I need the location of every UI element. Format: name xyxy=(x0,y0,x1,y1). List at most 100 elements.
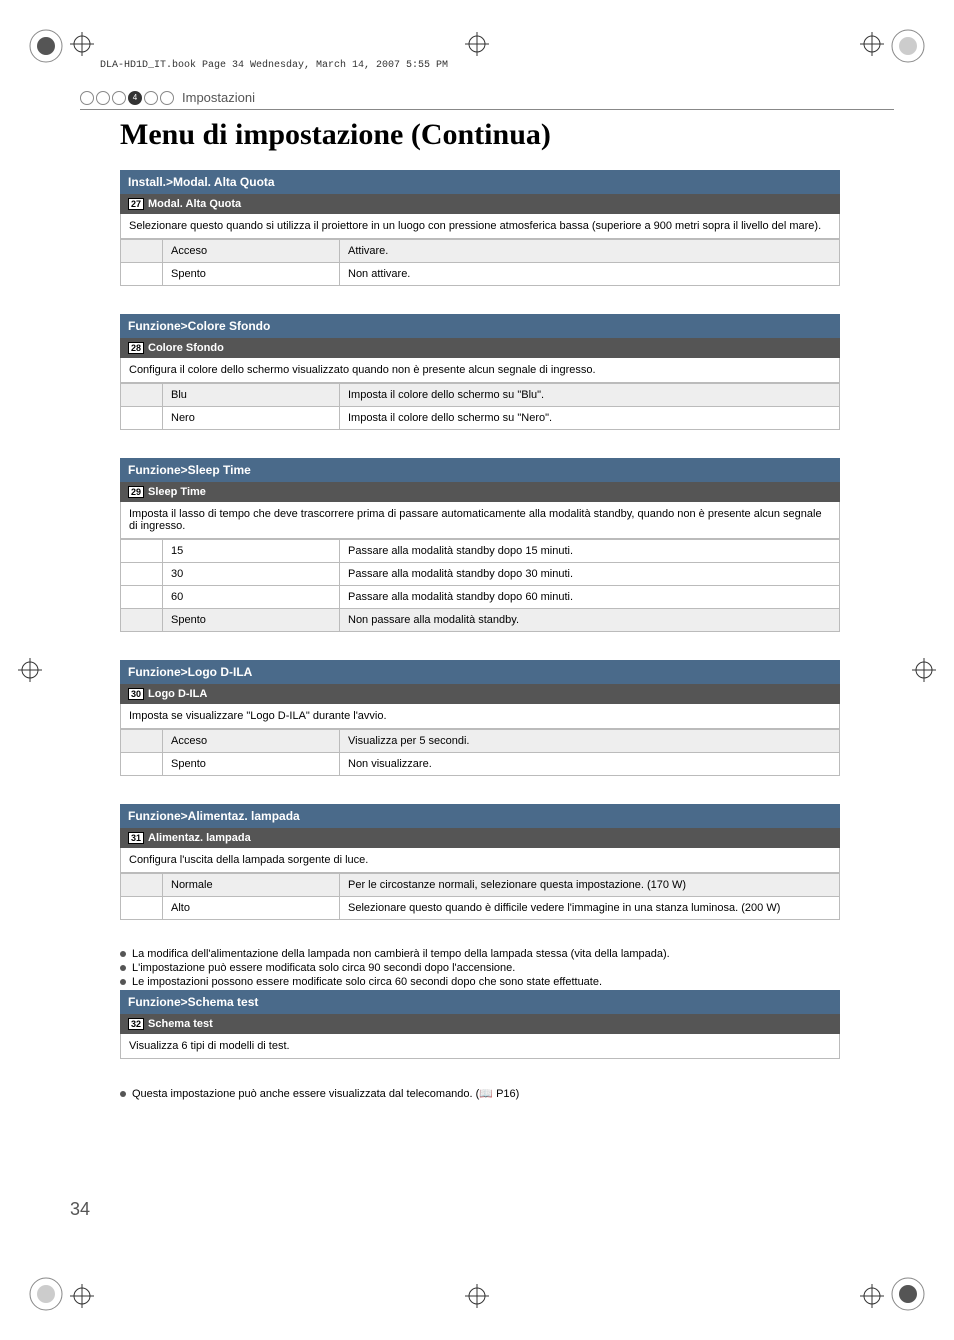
block-subheader: 30Logo D-ILA xyxy=(120,684,840,704)
block-header: Funzione>Colore Sfondo xyxy=(120,314,840,338)
registration-mark-icon xyxy=(465,32,489,56)
row-indent xyxy=(121,609,163,632)
table-row: 15Passare alla modalità standby dopo 15 … xyxy=(121,540,840,563)
table-row: 30Passare alla modalità standby dopo 30 … xyxy=(121,563,840,586)
header-metadata: DLA-HD1D_IT.book Page 34 Wednesday, Marc… xyxy=(100,60,448,71)
block-subheader: 27Modal. Alta Quota xyxy=(120,194,840,214)
table-row: SpentoNon visualizzare. xyxy=(121,753,840,776)
option-name: 30 xyxy=(163,563,340,586)
bullet-icon xyxy=(120,965,126,971)
option-desc: Selezionare questo quando è difficile ve… xyxy=(340,897,840,920)
block-header: Funzione>Alimentaz. lampada xyxy=(120,804,840,828)
registration-mark-icon xyxy=(860,1284,884,1308)
settings-block: Funzione>Logo D-ILA30Logo D-ILAImposta s… xyxy=(120,660,840,776)
option-desc: Attivare. xyxy=(340,240,840,263)
option-name: Nero xyxy=(163,407,340,430)
block-subheader: 31Alimentaz. lampada xyxy=(120,828,840,848)
settings-block: Funzione>Alimentaz. lampada31Alimentaz. … xyxy=(120,804,840,920)
table-row: AltoSelezionare questo quando è difficil… xyxy=(121,897,840,920)
block-header: Funzione>Schema test xyxy=(120,990,840,1014)
block-header: Funzione>Logo D-ILA xyxy=(120,660,840,684)
block-description: Configura l'uscita della lampada sorgent… xyxy=(120,848,840,873)
table-row: BluImposta il colore dello schermo su "B… xyxy=(121,384,840,407)
options-table: 15Passare alla modalità standby dopo 15 … xyxy=(120,539,840,632)
row-indent xyxy=(121,240,163,263)
option-desc: Passare alla modalità standby dopo 15 mi… xyxy=(340,540,840,563)
option-name: Normale xyxy=(163,874,340,897)
table-row: SpentoNon attivare. xyxy=(121,263,840,286)
registration-mark-icon xyxy=(465,1284,489,1308)
settings-block: Funzione>Colore Sfondo28Colore SfondoCon… xyxy=(120,314,840,430)
row-indent xyxy=(121,753,163,776)
bullet-icon xyxy=(120,1091,126,1097)
block-description: Visualizza 6 tipi di modelli di test. xyxy=(120,1034,840,1059)
note-line: Questa impostazione può anche essere vis… xyxy=(120,1087,840,1100)
item-number: 32 xyxy=(128,1018,144,1030)
option-desc: Per le circostanze normali, selezionare … xyxy=(340,874,840,897)
settings-block: Funzione>Sleep Time29Sleep TimeImposta i… xyxy=(120,458,840,632)
block-description: Imposta se visualizzare "Logo D-ILA" dur… xyxy=(120,704,840,729)
option-desc: Non passare alla modalità standby. xyxy=(340,609,840,632)
note-line: La modifica dell'alimentazione della lam… xyxy=(120,948,840,960)
options-table: AccesoVisualizza per 5 secondi.SpentoNon… xyxy=(120,729,840,776)
options-table: NormalePer le circostanze normali, selez… xyxy=(120,873,840,920)
row-indent xyxy=(121,407,163,430)
crop-mark-icon xyxy=(890,1276,926,1312)
item-number: 29 xyxy=(128,486,144,498)
page-title: Menu di impostazione (Continua) xyxy=(120,118,894,152)
option-desc: Non attivare. xyxy=(340,263,840,286)
item-number: 30 xyxy=(128,688,144,700)
block-notes: La modifica dell'alimentazione della lam… xyxy=(120,948,840,988)
bullet-icon xyxy=(120,951,126,957)
block-subheader: 28Colore Sfondo xyxy=(120,338,840,358)
block-description: Selezionare questo quando si utilizza il… xyxy=(120,214,840,239)
registration-mark-icon xyxy=(860,32,884,56)
crop-mark-icon xyxy=(28,1276,64,1312)
bullet-icon xyxy=(120,979,126,985)
option-desc: Passare alla modalità standby dopo 30 mi… xyxy=(340,563,840,586)
note-line: Le impostazioni possono essere modificat… xyxy=(120,976,840,988)
registration-mark-icon xyxy=(70,32,94,56)
option-desc: Imposta il colore dello schermo su "Nero… xyxy=(340,407,840,430)
row-indent xyxy=(121,897,163,920)
item-number: 31 xyxy=(128,832,144,844)
option-name: Alto xyxy=(163,897,340,920)
block-header: Funzione>Sleep Time xyxy=(120,458,840,482)
block-subheader: 32Schema test xyxy=(120,1014,840,1034)
item-number: 27 xyxy=(128,198,144,210)
item-number: 28 xyxy=(128,342,144,354)
option-name: Blu xyxy=(163,384,340,407)
option-desc: Non visualizzare. xyxy=(340,753,840,776)
row-indent xyxy=(121,586,163,609)
block-header: Install.>Modal. Alta Quota xyxy=(120,170,840,194)
block-description: Imposta il lasso di tempo che deve trasc… xyxy=(120,502,840,539)
option-name: 15 xyxy=(163,540,340,563)
crop-mark-icon xyxy=(890,28,926,64)
option-name: Acceso xyxy=(163,730,340,753)
block-description: Configura il colore dello schermo visual… xyxy=(120,358,840,383)
row-indent xyxy=(121,563,163,586)
table-row: AccesoAttivare. xyxy=(121,240,840,263)
row-indent xyxy=(121,540,163,563)
option-name: Spento xyxy=(163,753,340,776)
option-name: Spento xyxy=(163,609,340,632)
section-label: Impostazioni xyxy=(182,90,255,105)
row-indent xyxy=(121,874,163,897)
table-row: NeroImposta il colore dello schermo su "… xyxy=(121,407,840,430)
option-name: Acceso xyxy=(163,240,340,263)
block-subheader: 29Sleep Time xyxy=(120,482,840,502)
block-notes: Questa impostazione può anche essere vis… xyxy=(120,1087,840,1100)
note-line: L'impostazione può essere modificata sol… xyxy=(120,962,840,974)
step-beads-icon: 4 xyxy=(80,91,174,105)
row-indent xyxy=(121,384,163,407)
option-desc: Passare alla modalità standby dopo 60 mi… xyxy=(340,586,840,609)
option-desc: Visualizza per 5 secondi. xyxy=(340,730,840,753)
option-name: 60 xyxy=(163,586,340,609)
option-name: Spento xyxy=(163,263,340,286)
registration-mark-icon xyxy=(912,658,936,682)
registration-mark-icon xyxy=(70,1284,94,1308)
step-number: 4 xyxy=(128,91,142,105)
row-indent xyxy=(121,730,163,753)
options-table: AccesoAttivare.SpentoNon attivare. xyxy=(120,239,840,286)
row-indent xyxy=(121,263,163,286)
